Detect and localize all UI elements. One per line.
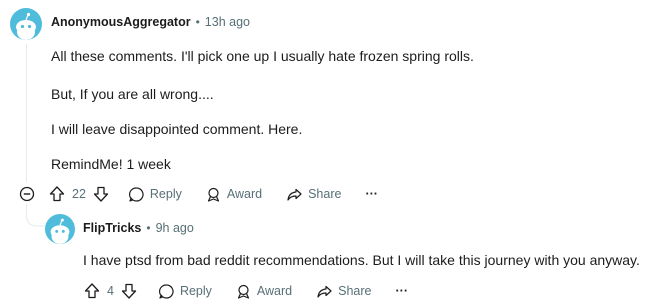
downvote-icon[interactable] xyxy=(92,185,110,203)
comment-paragraph: All these comments. I'll pick one up I u… xyxy=(51,48,474,64)
vote-count: 4 xyxy=(107,284,114,298)
more-icon: ··· xyxy=(395,284,409,298)
thread-line xyxy=(26,44,27,182)
more-options-button[interactable]: ··· xyxy=(365,187,378,201)
more-icon: ··· xyxy=(365,187,378,201)
comment-icon xyxy=(158,283,175,300)
collapse-icon xyxy=(19,186,35,202)
comment-meta: FlipTricks • 9h ago xyxy=(83,221,194,235)
avatar[interactable] xyxy=(45,214,75,244)
username[interactable]: FlipTricks xyxy=(83,221,141,235)
share-button[interactable]: Share xyxy=(316,283,372,300)
award-label: Award xyxy=(256,284,293,298)
share-button[interactable]: Share xyxy=(286,186,341,203)
comment-paragraph: RemindMe! 1 week xyxy=(51,156,171,172)
award-button[interactable]: Award xyxy=(235,283,292,300)
comment-paragraph: I have ptsd from bad reddit recommendati… xyxy=(83,252,640,268)
snoo-avatar-icon xyxy=(50,218,70,244)
award-icon xyxy=(205,186,222,203)
comment-meta: AnonymousAggregator • 13h ago xyxy=(51,15,250,29)
thread-connector xyxy=(26,204,46,227)
award-label: Award xyxy=(226,187,263,201)
award-button[interactable]: Award xyxy=(205,186,262,203)
reply-button[interactable]: Reply xyxy=(128,186,182,203)
collapse-button[interactable] xyxy=(19,186,35,202)
upvote-icon[interactable] xyxy=(83,282,101,300)
downvote-icon[interactable] xyxy=(120,282,138,300)
share-icon xyxy=(286,186,303,203)
comment-paragraph: I will leave disappointed comment. Here. xyxy=(51,121,303,137)
comment-paragraph: But, If you are all wrong.... xyxy=(51,86,214,102)
award-icon xyxy=(235,283,252,300)
reply-button[interactable]: Reply xyxy=(158,283,212,300)
separator: • xyxy=(146,221,151,235)
comment-actions: 4 Reply Award Share ··· xyxy=(83,279,408,303)
timestamp[interactable]: 13h ago xyxy=(205,15,250,29)
share-label: Share xyxy=(338,284,372,298)
vote-count: 22 xyxy=(72,187,86,201)
share-icon xyxy=(316,283,333,300)
snoo-avatar-icon xyxy=(16,12,36,40)
reply-label: Reply xyxy=(179,284,212,298)
share-label: Share xyxy=(308,187,342,201)
separator: • xyxy=(195,15,200,29)
reply-label: Reply xyxy=(149,187,182,201)
comment-actions: 22 Reply Award Share ··· xyxy=(48,182,378,206)
comment-icon xyxy=(128,186,145,203)
more-options-button[interactable]: ··· xyxy=(396,284,409,298)
avatar[interactable] xyxy=(10,8,42,40)
upvote-icon[interactable] xyxy=(48,185,66,203)
username[interactable]: AnonymousAggregator xyxy=(51,15,191,29)
timestamp[interactable]: 9h ago xyxy=(156,221,194,235)
